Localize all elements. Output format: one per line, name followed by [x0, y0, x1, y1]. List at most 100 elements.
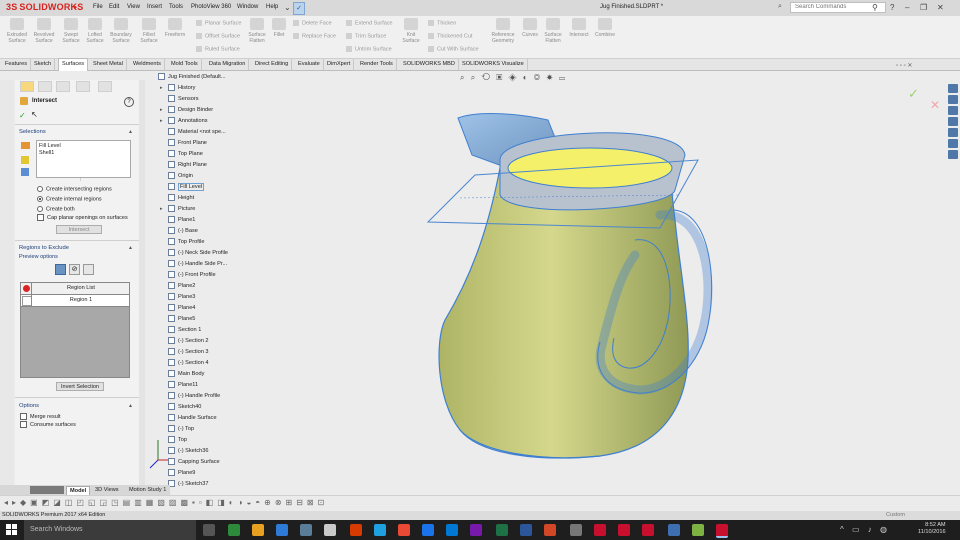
tree-item[interactable]: Handle Surface — [160, 413, 217, 424]
app-icon-2[interactable] — [252, 524, 264, 536]
app-icon-9[interactable] — [618, 524, 630, 536]
tab-render-tools[interactable]: Render Tools — [357, 59, 397, 70]
menu-expand-icon[interactable]: ▸ — [74, 3, 78, 11]
radio-create-both[interactable]: Create both — [37, 206, 75, 212]
tree-item[interactable]: (-) Handle Side Pr... — [160, 259, 227, 270]
tab-dimxpert[interactable]: DimXpert — [324, 59, 355, 70]
intersect-button[interactable]: Intersect — [566, 18, 592, 38]
tree-item[interactable]: Plane4 — [160, 303, 195, 314]
selection-item[interactable]: Fill Level — [39, 143, 128, 150]
checkbox-icon[interactable] — [20, 421, 27, 428]
app-icon-5[interactable] — [324, 524, 336, 536]
freeform-button[interactable]: Freeform — [162, 18, 188, 38]
selections-list[interactable]: Fill Level Shell1 — [36, 140, 131, 178]
tree-item[interactable]: Sketch40 — [160, 402, 201, 413]
skype-icon[interactable] — [374, 524, 386, 536]
tree-item[interactable]: ▸ History — [160, 83, 195, 94]
tree-item[interactable]: Plane9 — [160, 468, 195, 479]
tab-direct-editing[interactable]: Direct Editing — [252, 59, 293, 70]
swept-surface-button[interactable]: Swept Surface — [58, 18, 84, 44]
onenote-icon[interactable] — [470, 524, 482, 536]
merge-result-checkbox[interactable]: Merge result — [20, 413, 61, 420]
outlook-icon[interactable] — [446, 524, 458, 536]
tree-item[interactable]: (-) Sketch36 — [160, 446, 208, 457]
cap-planar-checkbox[interactable]: Cap planar openings on surfaces — [37, 214, 128, 221]
windows-start-icon[interactable] — [6, 524, 17, 535]
checkbox-icon[interactable] — [37, 214, 44, 221]
revolved-surface-button[interactable]: Revolved Surface — [31, 18, 57, 44]
reference-geometry-button[interactable]: Reference Geometry — [490, 18, 516, 44]
app-icon-1[interactable] — [228, 524, 240, 536]
tree-item[interactable]: Plane1 — [160, 215, 195, 226]
expand-arrow-icon[interactable]: ▸ — [160, 204, 168, 215]
tree-item[interactable]: Sensors — [160, 94, 199, 105]
resources-icon[interactable] — [948, 84, 958, 93]
solidworks-logo[interactable]: 3S SOLIDWORKS — [6, 2, 83, 12]
checkbox-icon[interactable] — [20, 413, 27, 420]
excel-icon[interactable] — [496, 524, 508, 536]
tree-item[interactable]: Front Plane — [160, 138, 207, 149]
offset-surface-button[interactable]: Offset Surface — [196, 33, 240, 39]
tree-item[interactable]: ▸ Picture — [160, 204, 195, 215]
tree-item[interactable]: Capping Surface — [160, 457, 220, 468]
graphics-viewport[interactable] — [140, 70, 960, 485]
file-explorer-icon[interactable] — [948, 106, 958, 115]
tree-item[interactable]: Top — [160, 435, 187, 446]
collapse-regions-icon[interactable]: ▲ — [128, 245, 133, 251]
filled-surface-button[interactable]: Filled Surface — [136, 18, 162, 44]
app-icon-8[interactable] — [594, 524, 606, 536]
search-icon[interactable]: ⚲ — [872, 3, 878, 12]
menu-window[interactable]: Window — [237, 4, 258, 10]
tree-item[interactable]: ▸ Design Binder — [160, 105, 213, 116]
confirm-check-icon[interactable]: ✓ — [908, 86, 919, 102]
tree-item[interactable]: Material <not spe... — [160, 127, 226, 138]
help-icon-pm[interactable]: ? — [124, 97, 134, 107]
tab-weldments[interactable]: Weldments — [130, 59, 165, 70]
untrim-surface-button[interactable]: Untrim Surface — [346, 46, 392, 52]
delete-face-button[interactable]: Delete Face — [293, 20, 332, 26]
solidworks-taskbar-icon[interactable] — [716, 524, 728, 538]
menu-insert[interactable]: Insert — [147, 4, 162, 10]
radio-create-internal[interactable]: Create internal regions — [37, 196, 102, 202]
task-pane-tabs[interactable] — [946, 82, 960, 178]
cancel-x-icon[interactable]: ✕ — [930, 98, 940, 112]
surface-flatten-button-2[interactable]: Surface Flatten — [540, 18, 566, 44]
menu-view[interactable]: View — [127, 4, 140, 10]
tree-item[interactable]: Section 1 — [160, 325, 201, 336]
custom-properties-icon[interactable] — [948, 139, 958, 148]
tree-item[interactable]: Right Plane — [160, 160, 207, 171]
expand-arrow-icon[interactable]: ▸ — [160, 83, 168, 94]
hide-icon[interactable]: ⊘ — [69, 264, 80, 275]
tab-motion-study[interactable]: Motion Study 1 — [126, 486, 169, 495]
cut-with-surface-button[interactable]: Cut With Surface — [428, 46, 479, 52]
selection-item[interactable]: Shell1 — [39, 150, 128, 157]
minimize-icon[interactable]: – — [905, 3, 909, 12]
tree-item[interactable]: ▸ Annotations — [160, 116, 208, 127]
app-icon-4[interactable] — [300, 524, 312, 536]
intersect-action-button[interactable]: Intersect — [56, 225, 102, 234]
windows-search-box[interactable]: Search Windows — [24, 520, 196, 540]
collapse-options-icon[interactable]: ▲ — [128, 403, 133, 409]
system-tray-icons[interactable]: ^ ▭ ♪ ◍ — [840, 525, 890, 534]
tab-data-migration[interactable]: Data Migration — [206, 59, 250, 70]
view-palette-icon[interactable] — [948, 117, 958, 126]
onedrive-icon[interactable] — [422, 524, 434, 536]
expand-arrow-icon[interactable]: ▸ — [160, 116, 168, 127]
show-included-icon[interactable] — [55, 264, 66, 275]
tree-item[interactable]: Top Plane — [160, 149, 203, 160]
viewport-window-controls[interactable]: ▫ ▫ ▫ ✕ — [896, 62, 912, 69]
tab-solidworks-visualize[interactable]: SOLIDWORKS Visualize — [459, 59, 528, 70]
configuration-manager-tab-icon[interactable] — [56, 81, 70, 92]
task-view-icon[interactable] — [203, 524, 215, 536]
help-icon[interactable]: ? — [890, 3, 894, 12]
radio-create-intersecting[interactable]: Create intersecting regions — [37, 186, 112, 192]
tree-item[interactable]: Jug Finished (Default... — [150, 72, 226, 83]
tree-item[interactable]: Plane11 — [160, 380, 198, 391]
tree-item[interactable]: (-) Section 2 — [160, 336, 208, 347]
boundary-surface-button[interactable]: Boundary Surface — [108, 18, 134, 44]
tree-item[interactable]: (-) Section 4 — [160, 358, 208, 369]
app-icon-10[interactable] — [642, 524, 654, 536]
appearances-icon[interactable] — [948, 128, 958, 137]
app-icon-6[interactable] — [350, 524, 362, 536]
menu-help[interactable]: Help — [266, 4, 278, 10]
